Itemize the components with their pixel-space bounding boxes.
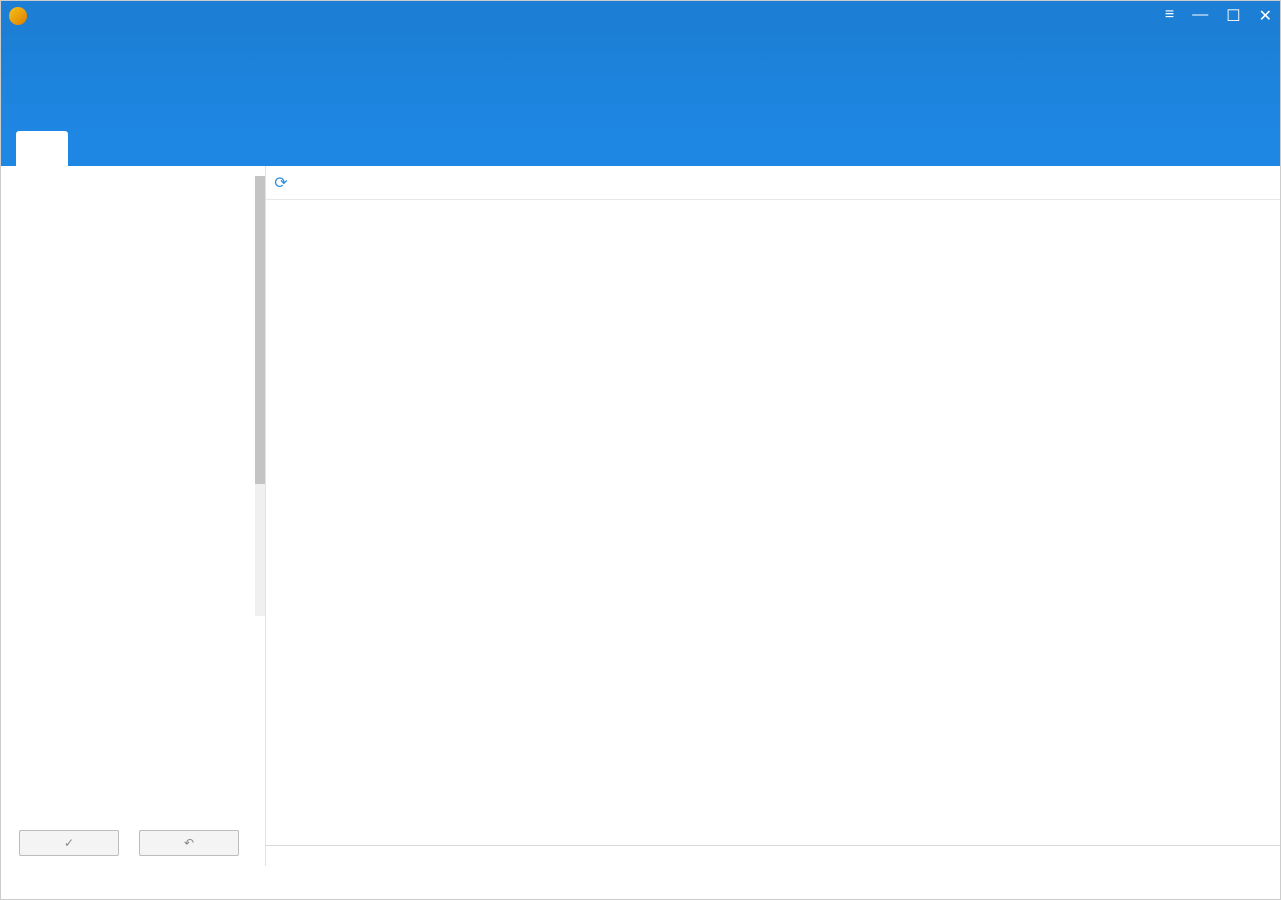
tab-row	[1, 131, 1280, 166]
sidebar: ✓ ↶	[1, 166, 265, 866]
close-icon[interactable]: ✕	[1259, 6, 1272, 26]
main-panel: ⟳	[265, 166, 1280, 866]
title-bar: ≡ — ☐ ✕	[1, 1, 1280, 31]
maximize-icon[interactable]: ☐	[1226, 6, 1240, 26]
refresh-icon[interactable]: ⟳	[274, 173, 287, 193]
sidebar-scrollbar[interactable]	[255, 176, 265, 616]
apply-button[interactable]: ✓	[19, 830, 119, 856]
disk-map-area	[266, 845, 1280, 866]
undo-button[interactable]: ↶	[139, 830, 239, 856]
app-logo-icon	[9, 7, 27, 25]
minimize-icon[interactable]: —	[1192, 6, 1208, 26]
main-toolbar	[1, 31, 1280, 131]
menu-icon[interactable]: ≡	[1165, 6, 1174, 26]
tab-partition-management[interactable]	[16, 131, 68, 166]
table-header: ⟳	[266, 166, 1280, 200]
